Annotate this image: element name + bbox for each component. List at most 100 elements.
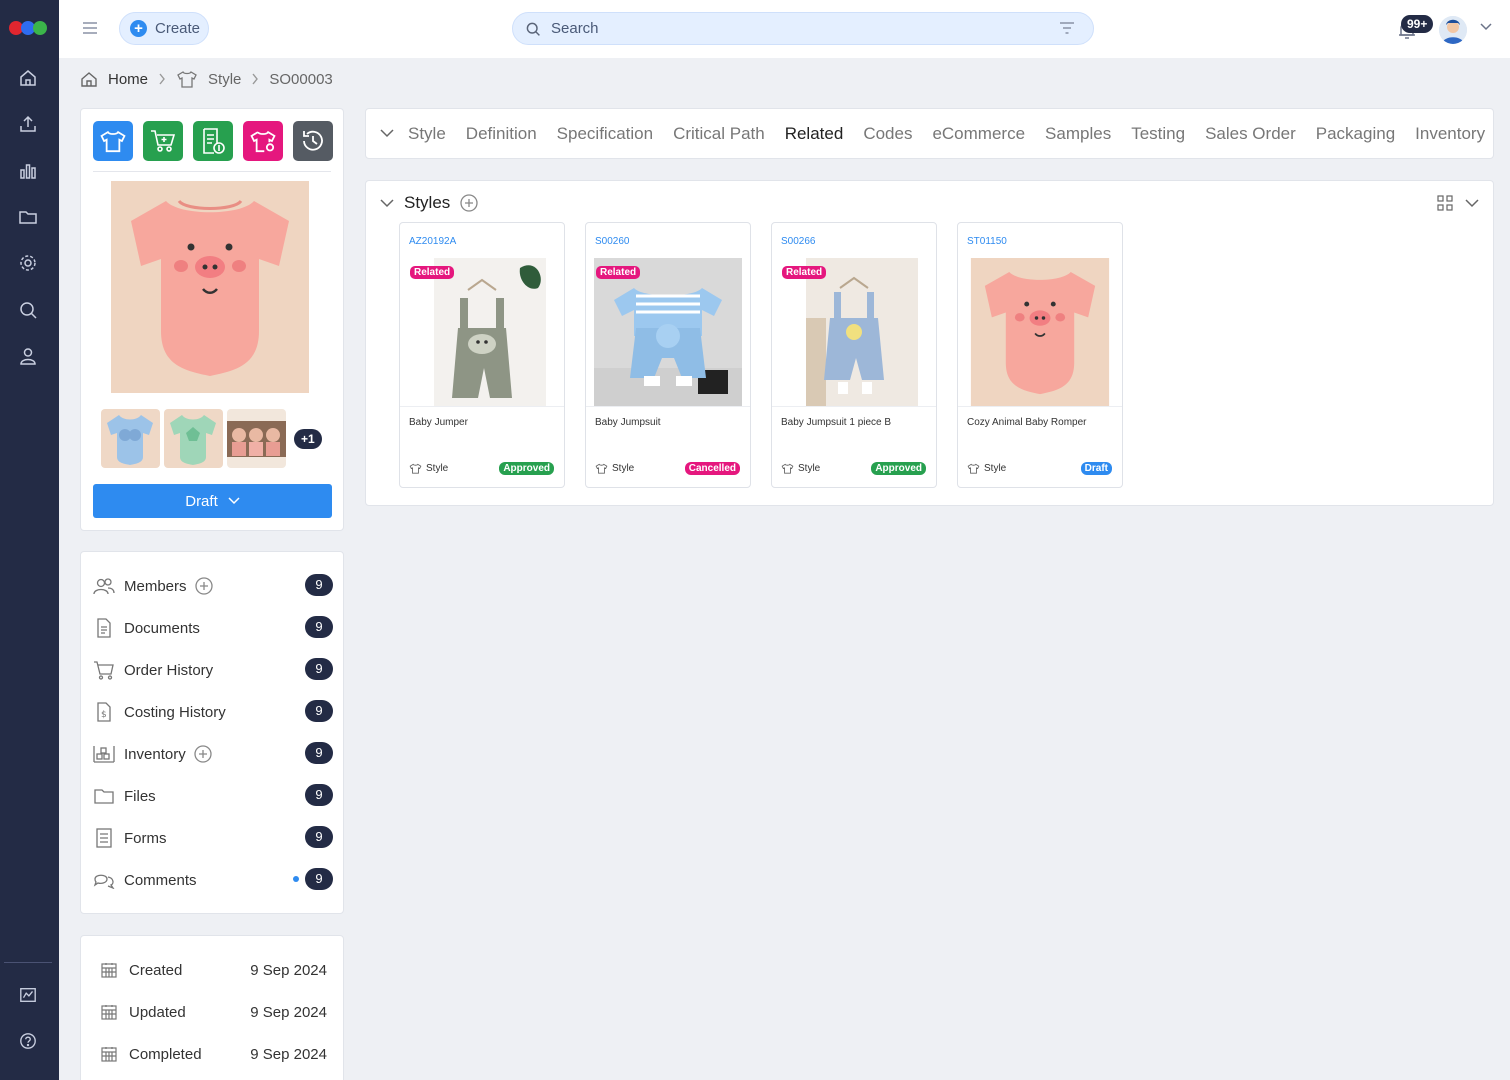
tshirt-icon (409, 463, 422, 474)
product-image[interactable] (111, 181, 309, 393)
nav-item-members[interactable]: Members 9 (93, 574, 333, 598)
avatar[interactable] (1439, 16, 1467, 44)
tab-testing[interactable]: Testing (1131, 124, 1185, 144)
tab-definition[interactable]: Definition (466, 124, 537, 144)
document-action-button[interactable] (193, 121, 233, 161)
style-card[interactable]: AZ20192A Related Baby Jumper Style Appro… (399, 222, 565, 488)
upload-icon[interactable] (17, 113, 39, 135)
style-card[interactable]: S00266 Related Baby Jumpsuit 1 piece B S… (771, 222, 937, 488)
tab-codes[interactable]: Codes (863, 124, 912, 144)
style-code[interactable]: ST01150 (967, 236, 1007, 247)
nav-item-documents[interactable]: Documents 9 (93, 616, 333, 640)
tab-sales-order[interactable]: Sales Order (1205, 124, 1296, 144)
style-type-label: Style (426, 463, 449, 474)
style-code[interactable]: S00260 (595, 236, 629, 247)
thumbnail-image[interactable] (101, 409, 160, 468)
chevron-down-icon[interactable] (1465, 198, 1479, 208)
tab-critical-path[interactable]: Critical Path (673, 124, 765, 144)
style-card[interactable]: S00260 Related Baby Jumpsuit Style Cance… (585, 222, 751, 488)
tab-ecommerce[interactable]: eCommerce (932, 124, 1025, 144)
style-type-label: Style (612, 463, 635, 474)
history-icon (303, 130, 323, 151)
create-button[interactable]: + Create (119, 12, 209, 45)
breadcrumb-style[interactable]: Style (208, 71, 241, 88)
nav-label: Order History (124, 661, 214, 679)
style-image: Related (594, 258, 742, 406)
nav-label: Inventory (124, 745, 186, 763)
filter-icon[interactable] (1059, 21, 1075, 35)
history-button[interactable] (293, 121, 333, 161)
plus-icon: + (130, 20, 147, 37)
style-code[interactable]: AZ20192A (409, 236, 456, 247)
style-type-label: Style (798, 463, 821, 474)
folder-icon[interactable] (17, 206, 39, 228)
nav-item-order-history[interactable]: Order History 9 (93, 658, 333, 682)
shirt-settings-button[interactable] (243, 121, 283, 161)
nav-label: Forms (124, 829, 167, 847)
tshirt-icon (781, 463, 794, 474)
tab-samples[interactable]: Samples (1045, 124, 1111, 144)
home-icon[interactable] (17, 67, 39, 89)
count-badge: 9 (305, 616, 333, 638)
divider (586, 406, 750, 407)
search-icon (526, 22, 540, 36)
more-images-badge[interactable]: +1 (294, 428, 322, 449)
add-circle-icon[interactable] (460, 194, 478, 212)
date-value: 9 Sep 2024 (250, 1003, 327, 1021)
create-label: Create (155, 20, 201, 37)
date-label: Completed (129, 1045, 202, 1063)
gear-icon[interactable] (17, 252, 39, 274)
tab-bar: Style Definition Specification Critical … (365, 108, 1494, 159)
grid-view-icon[interactable] (1437, 195, 1453, 211)
top-bar: + Create Search 99+ (59, 0, 1510, 58)
app-logo[interactable] (8, 20, 48, 36)
chevron-down-icon[interactable] (380, 198, 394, 208)
tab-style[interactable]: Style (408, 124, 446, 144)
bar-chart-icon[interactable] (17, 160, 39, 182)
tshirt-icon (967, 463, 980, 474)
count-badge: 9 (305, 742, 333, 764)
styles-panel: Styles AZ20192A Related Baby Jumper Styl… (365, 180, 1494, 506)
members-icon (93, 575, 115, 597)
tab-inventory[interactable]: Inventory (1415, 124, 1485, 144)
chevron-down-icon[interactable] (380, 129, 394, 138)
nav-item-files[interactable]: Files 9 (93, 784, 333, 808)
thumbnail-image[interactable] (227, 409, 286, 468)
breadcrumb-home[interactable]: Home (108, 71, 148, 88)
related-badge: Related (596, 266, 641, 279)
product-card: +1 Draft (80, 108, 344, 531)
count-badge: 9 (305, 826, 333, 848)
tab-specification[interactable]: Specification (557, 124, 653, 144)
inventory-icon (93, 743, 115, 765)
date-completed: Completed 9 Sep 2024 (101, 1043, 327, 1065)
style-card[interactable]: ST01150 Cozy Animal Baby Romper Style Dr… (957, 222, 1123, 488)
nav-item-inventory[interactable]: Inventory 9 (93, 742, 333, 766)
chevron-down-icon[interactable] (1479, 22, 1493, 32)
style-image (966, 258, 1114, 406)
search-icon[interactable] (17, 299, 39, 321)
add-circle-icon[interactable] (194, 577, 213, 595)
user-icon[interactable] (17, 345, 39, 367)
chevron-right-icon (159, 73, 165, 85)
status-dropdown-button[interactable]: Draft (93, 484, 332, 518)
order-action-button[interactable] (143, 121, 183, 161)
menu-icon[interactable] (81, 20, 99, 36)
search-input[interactable]: Search (512, 12, 1094, 45)
nav-item-comments[interactable]: Comments 9 (93, 868, 333, 892)
add-circle-icon[interactable] (194, 745, 212, 763)
style-code[interactable]: S00266 (781, 236, 815, 247)
divider (958, 406, 1122, 407)
help-icon[interactable] (17, 1030, 39, 1052)
dates-card: Created 9 Sep 2024 Updated 9 Sep 2024 Co… (80, 935, 344, 1080)
style-name: Baby Jumpsuit 1 piece B (781, 417, 892, 428)
shirt-action-button[interactable] (93, 121, 133, 161)
tab-related[interactable]: Related (785, 124, 844, 144)
tab-packaging[interactable]: Packaging (1316, 124, 1395, 144)
nav-item-costing-history[interactable]: $ Costing History 9 (93, 700, 333, 724)
nav-item-forms[interactable]: Forms 9 (93, 826, 333, 850)
thumbnail-image[interactable] (164, 409, 223, 468)
chart-icon[interactable] (17, 984, 39, 1006)
divider (772, 406, 936, 407)
calendar-icon (101, 1004, 119, 1020)
tshirt-icon (100, 130, 126, 153)
